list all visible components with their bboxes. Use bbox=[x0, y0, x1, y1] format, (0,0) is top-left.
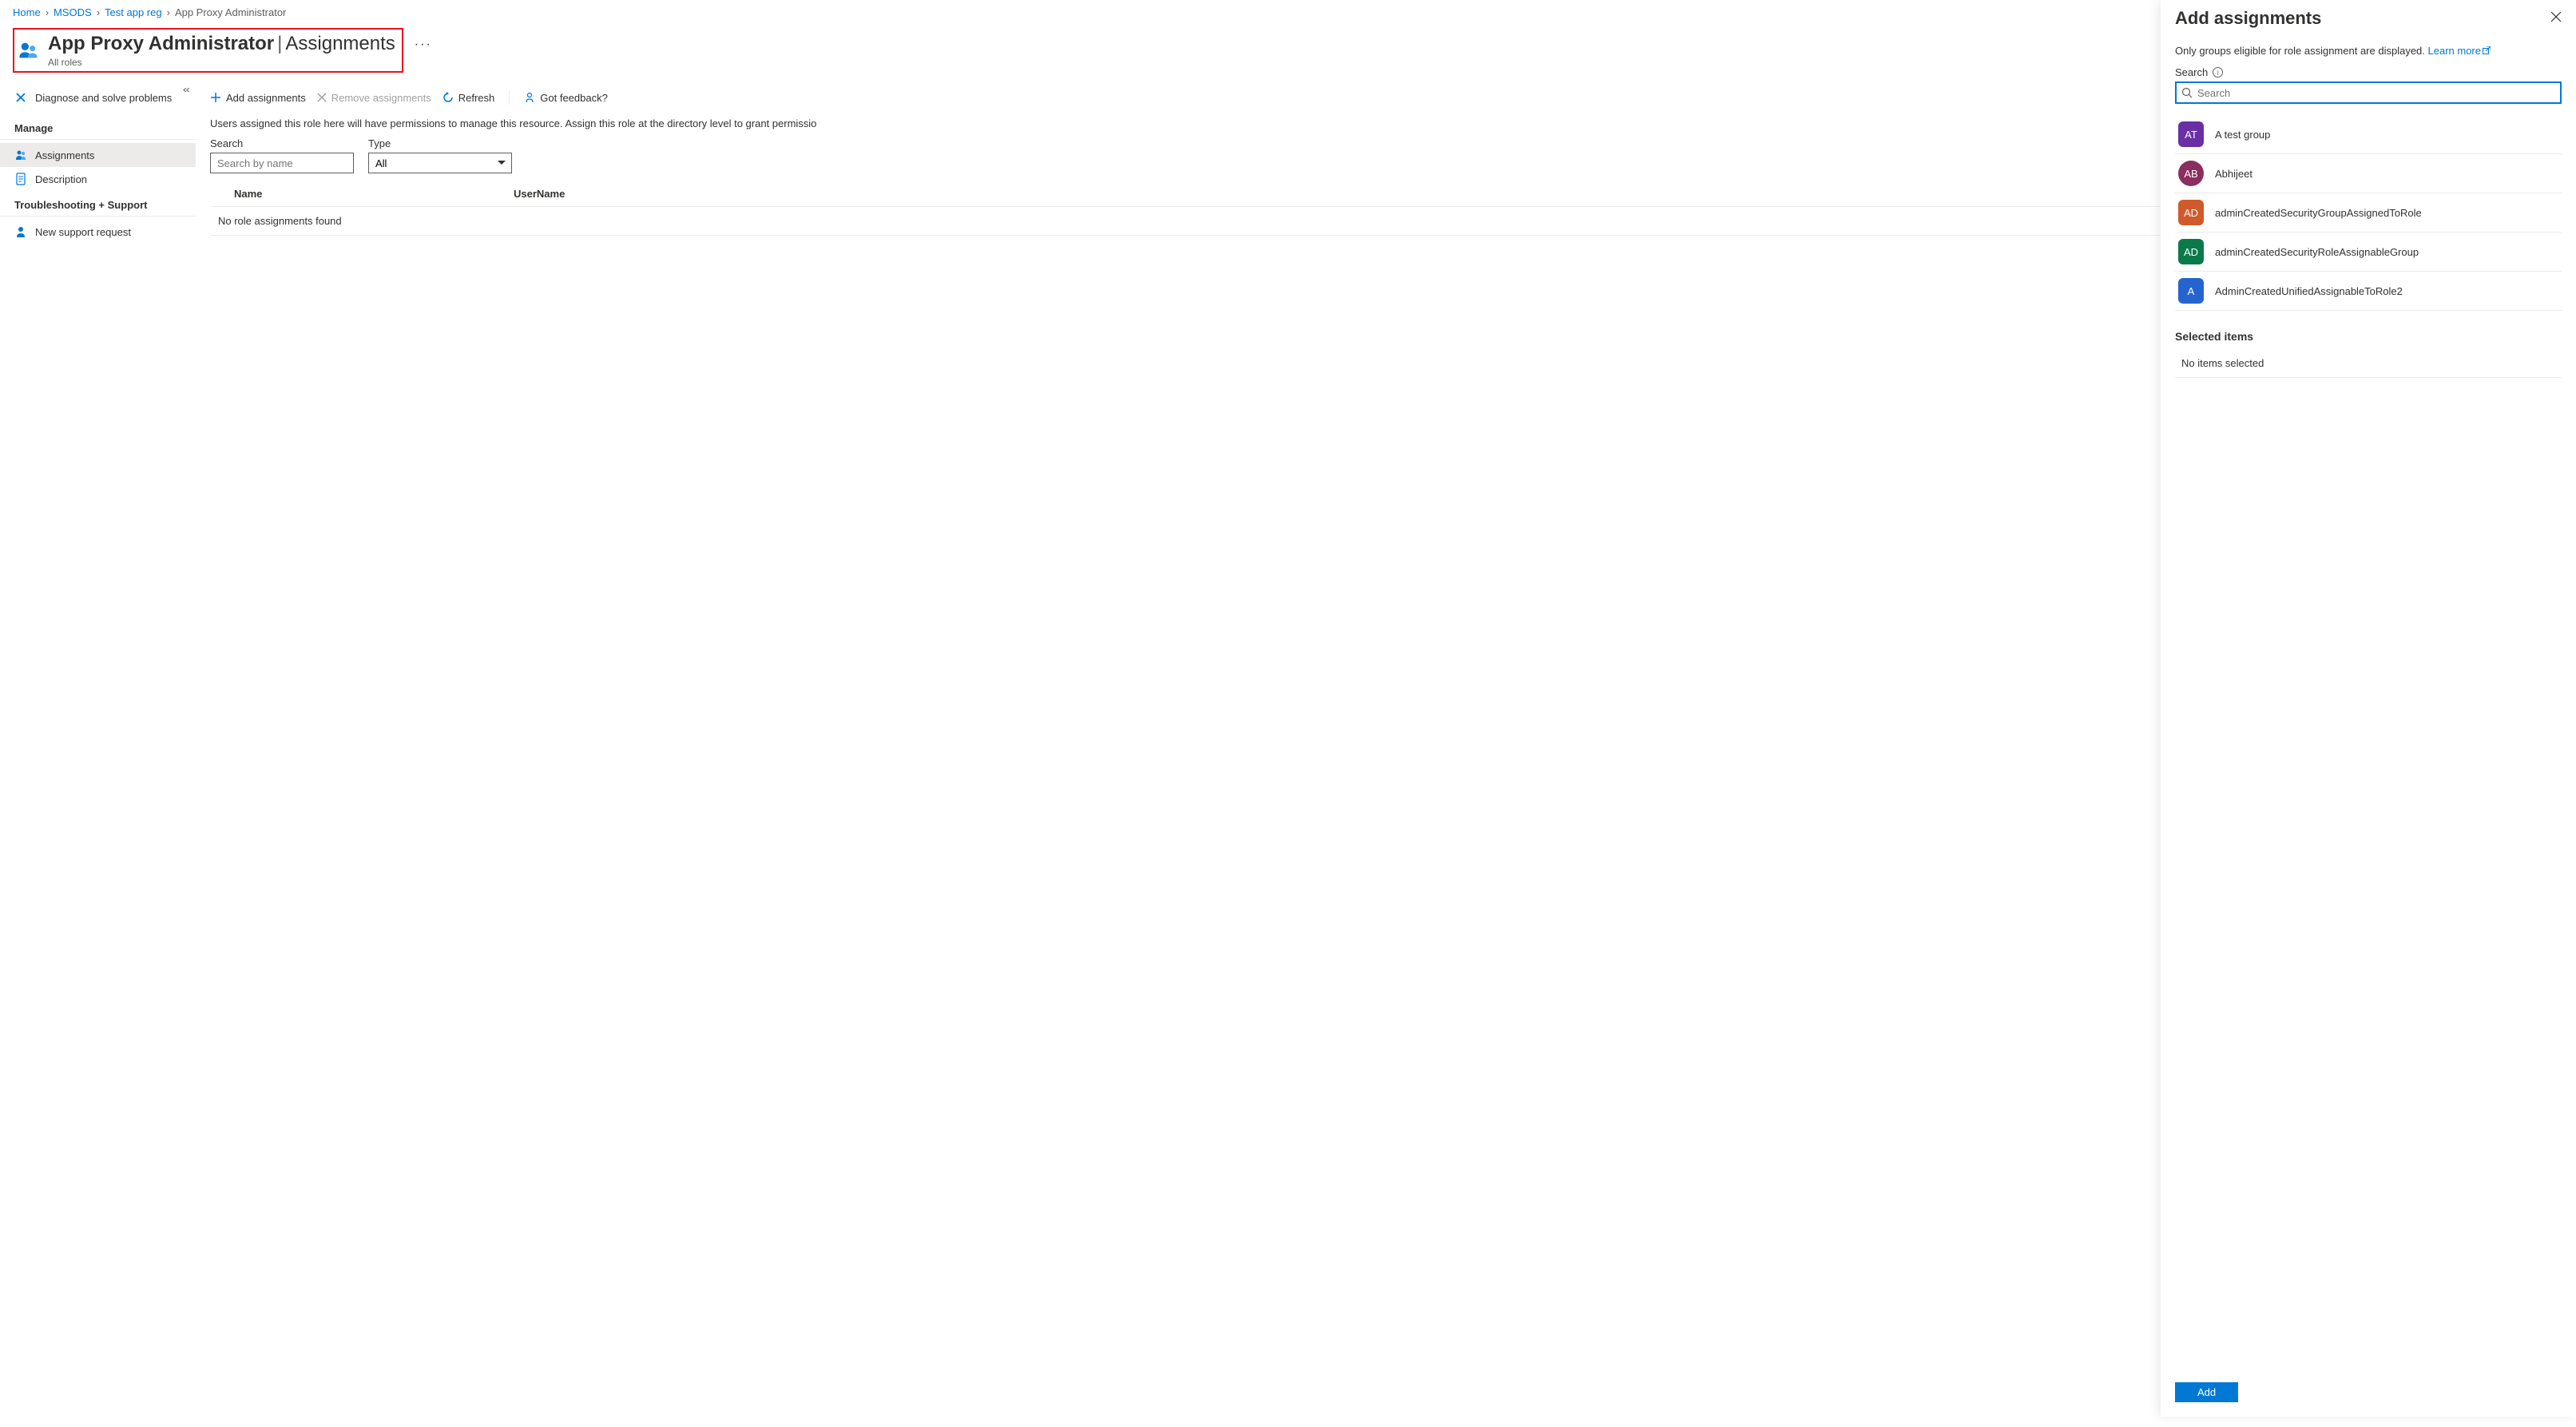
result-item[interactable]: AD adminCreatedSecurityRoleAssignableGrou… bbox=[2175, 233, 2562, 272]
result-name: Abhijeet bbox=[2215, 168, 2253, 180]
result-item[interactable]: AB Abhijeet bbox=[2175, 154, 2562, 193]
x-icon bbox=[317, 93, 327, 102]
avatar: AD bbox=[2178, 239, 2204, 264]
refresh-button[interactable]: Refresh bbox=[443, 92, 495, 104]
result-item[interactable]: A AdminCreatedUnifiedAssignableToRole2 bbox=[2175, 272, 2562, 311]
person-group-icon bbox=[14, 149, 27, 161]
flyout-info-text: Only groups eligible for role assignment… bbox=[2175, 45, 2562, 66]
flyout-search-input[interactable] bbox=[2197, 87, 2555, 99]
learn-more-link[interactable]: Learn more bbox=[2428, 45, 2491, 57]
info-icon[interactable]: i bbox=[2213, 67, 2223, 78]
sidebar-item-assignments[interactable]: Assignments bbox=[0, 143, 196, 167]
page-subtitle: All roles bbox=[48, 57, 395, 68]
result-name: adminCreatedSecurityRoleAssignableGroup bbox=[2215, 246, 2419, 258]
document-icon bbox=[14, 173, 27, 185]
column-username: UserName bbox=[514, 188, 565, 200]
avatar: AT bbox=[2178, 121, 2204, 147]
results-list[interactable]: AT A test group AB Abhijeet AD adminCreatedSe… bbox=[2175, 115, 2562, 311]
collapse-sidebar-button[interactable]: « bbox=[183, 84, 190, 95]
feedback-button[interactable]: Got feedback? bbox=[524, 92, 608, 104]
avatar: AB bbox=[2178, 161, 2204, 186]
sidebar-item-new-support[interactable]: New support request bbox=[0, 220, 196, 244]
add-button[interactable]: Add bbox=[2175, 1382, 2238, 1402]
role-group-icon bbox=[18, 39, 40, 62]
wrench-icon bbox=[14, 91, 27, 104]
external-link-icon bbox=[2483, 46, 2491, 54]
feedback-person-icon bbox=[524, 92, 535, 103]
highlighted-title-region: App Proxy Administrator|Assignments All … bbox=[13, 28, 403, 73]
breadcrumb-msods[interactable]: MSODS bbox=[54, 6, 92, 18]
flyout-title: Add assignments bbox=[2175, 8, 2321, 29]
avatar: A bbox=[2178, 278, 2204, 304]
result-name: A test group bbox=[2215, 129, 2270, 141]
type-label: Type bbox=[368, 137, 512, 149]
result-item[interactable]: AT A test group bbox=[2175, 115, 2562, 154]
flyout-search-box[interactable] bbox=[2175, 81, 2562, 104]
search-icon bbox=[2181, 87, 2193, 98]
close-button[interactable] bbox=[2550, 11, 2562, 26]
avatar: AD bbox=[2178, 200, 2204, 225]
remove-assignments-button: Remove assignments bbox=[317, 92, 431, 104]
no-items-selected: No items selected bbox=[2175, 349, 2562, 378]
sidebar-heading-troubleshooting: Troubleshooting + Support bbox=[0, 191, 196, 217]
more-actions-button[interactable]: ··· bbox=[415, 38, 432, 52]
breadcrumb-test-app-reg[interactable]: Test app reg bbox=[105, 6, 162, 18]
sidebar: « Diagnose and solve problems Manage Ass… bbox=[0, 82, 196, 1427]
add-assignments-flyout: Add assignments Only groups eligible for… bbox=[2161, 0, 2576, 1417]
plus-icon bbox=[210, 92, 221, 103]
search-input[interactable] bbox=[210, 153, 354, 173]
breadcrumb-home[interactable]: Home bbox=[13, 6, 41, 18]
flyout-search-label: Search bbox=[2175, 66, 2208, 78]
result-name: AdminCreatedUnifiedAssignableToRole2 bbox=[2215, 285, 2403, 297]
close-icon bbox=[2550, 11, 2562, 22]
result-item[interactable]: AD adminCreatedSecurityGroupAssignedToRol… bbox=[2175, 193, 2562, 233]
type-select[interactable]: All bbox=[368, 153, 512, 173]
search-label: Search bbox=[210, 137, 354, 149]
chevron-right-icon: › bbox=[46, 6, 49, 18]
page-title: App Proxy Administrator|Assignments bbox=[48, 33, 395, 55]
chevron-right-icon: › bbox=[97, 6, 100, 18]
breadcrumb-current[interactable]: App Proxy Administrator bbox=[175, 6, 286, 18]
sidebar-item-diagnose[interactable]: Diagnose and solve problems bbox=[0, 85, 196, 109]
chevron-right-icon: › bbox=[167, 6, 170, 18]
add-assignments-button[interactable]: Add assignments bbox=[210, 92, 306, 104]
selected-items-heading: Selected items bbox=[2175, 330, 2562, 343]
sidebar-heading-manage: Manage bbox=[0, 114, 196, 140]
refresh-icon bbox=[443, 92, 454, 103]
support-person-icon bbox=[14, 225, 27, 238]
column-name: Name bbox=[234, 188, 514, 200]
separator bbox=[509, 90, 510, 105]
result-name: adminCreatedSecurityGroupAssignedToRole bbox=[2215, 207, 2422, 219]
sidebar-item-description[interactable]: Description bbox=[0, 167, 196, 191]
